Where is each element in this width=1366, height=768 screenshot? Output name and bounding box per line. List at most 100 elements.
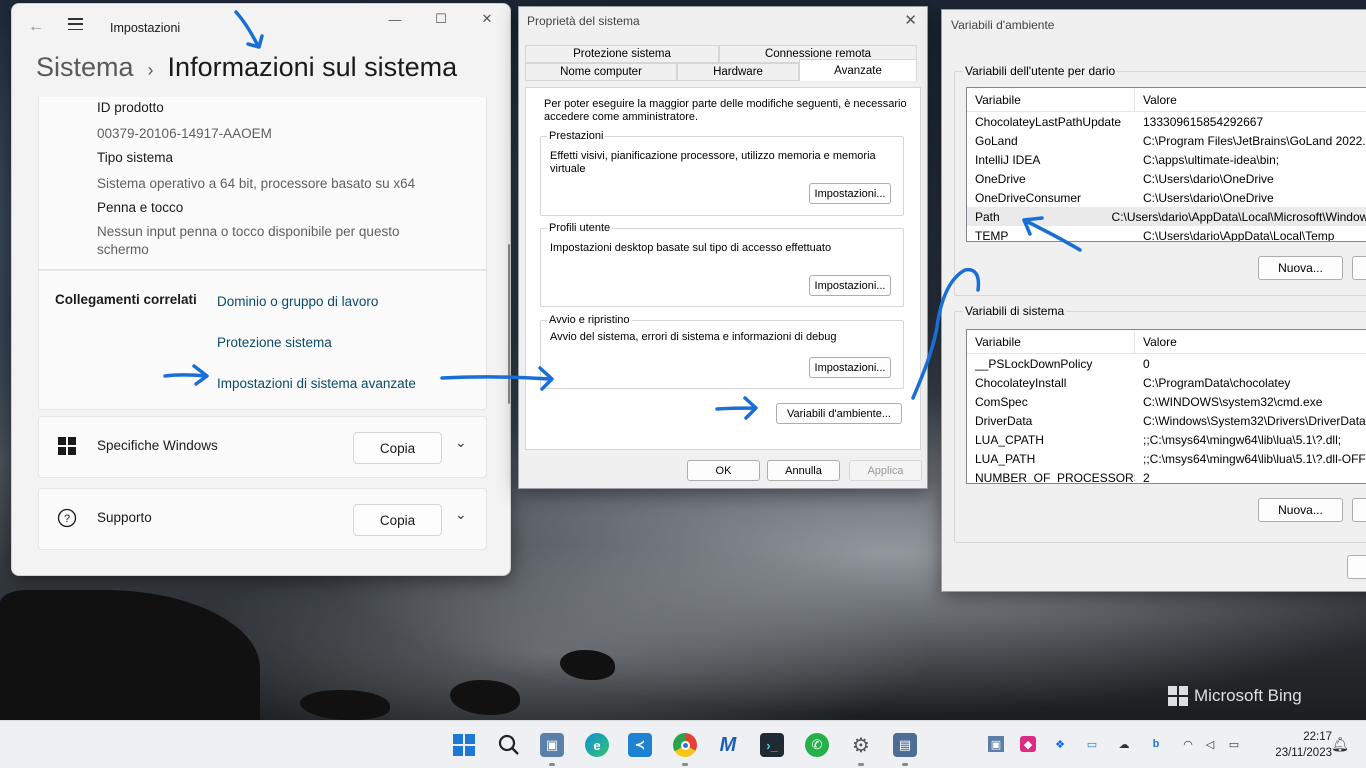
- user-edit-button[interactable]: [1352, 256, 1366, 280]
- system-protection-link[interactable]: Protezione sistema: [217, 335, 332, 350]
- copy-support-button[interactable]: Copia: [353, 504, 442, 536]
- apply-button[interactable]: Applica: [849, 460, 922, 481]
- whatsapp-icon[interactable]: ✆: [805, 733, 829, 757]
- performance-desc: Effetti visivi, pianificazione processor…: [550, 150, 876, 175]
- copy-windows-specs-button[interactable]: Copia: [353, 432, 442, 464]
- ok-button[interactable]: OK: [687, 460, 760, 481]
- variable-name-cell: LUA_PATH: [975, 451, 1036, 466]
- table-row[interactable]: OneDriveConsumer C:\Users\dario\OneDrive: [967, 188, 1366, 207]
- table-row[interactable]: DriverData C:\Windows\System32\Drivers\Dr…: [967, 411, 1366, 430]
- bing-watermark-text: Microsoft Bing: [1194, 686, 1302, 705]
- support-row[interactable]: ? Supporto Copia ⌄: [38, 488, 487, 550]
- user-profiles-desc: Impostazioni desktop basate sul tipo di …: [550, 242, 832, 254]
- maximize-icon[interactable]: ☐: [418, 4, 464, 34]
- user-profiles-settings-button[interactable]: Impostazioni...: [809, 275, 891, 296]
- table-row[interactable]: IntelliJ IDEA C:\apps\ultimate-idea\bin;: [967, 150, 1366, 169]
- user-variables-rows: ChocolateyLastPathUpdate 1333096158542926…: [967, 112, 1366, 242]
- table-row[interactable]: ComSpec C:\WINDOWS\system32\cmd.exe: [967, 392, 1366, 411]
- advanced-tab-panel: Per poter eseguire la maggior parte dell…: [525, 87, 921, 450]
- user-variables-table: Variabile Valore ChocolateyLastPathUpdat…: [966, 87, 1366, 242]
- variable-value-cell: C:\Users\dario\OneDrive: [1143, 190, 1274, 205]
- table-row[interactable]: Path C:\Users\dario\AppData\Local\Microso…: [967, 207, 1366, 226]
- system-type-label: Tipo sistema: [97, 150, 174, 165]
- back-arrow-icon[interactable]: ←: [28, 18, 44, 36]
- remote-desktop-icon[interactable]: ▣: [540, 733, 564, 757]
- variable-name-cell: ChocolateyInstall: [975, 375, 1067, 390]
- table-row[interactable]: LUA_PATH ;;C:\msys64\mingw64\lib\lua\5.1\…: [967, 449, 1366, 468]
- table-row[interactable]: LUA_CPATH ;;C:\msys64\mingw64\lib\lua\5.1…: [967, 430, 1366, 449]
- variable-column-header[interactable]: Variabile: [967, 88, 1135, 111]
- m-app-icon[interactable]: M: [716, 733, 740, 757]
- variable-name-cell: DriverData: [975, 413, 1033, 428]
- hamburger-menu-icon[interactable]: [68, 18, 83, 30]
- user-profiles-group: Profili utente Impostazioni desktop basa…: [540, 222, 904, 307]
- running-indicator: [549, 763, 555, 766]
- search-icon[interactable]: [497, 733, 521, 757]
- tab-protezione-sistema[interactable]: Protezione sistema: [525, 45, 719, 63]
- startup-recovery-group-title: Avvio e ripristino: [547, 314, 632, 326]
- table-row[interactable]: ChocolateyInstall C:\ProgramData\chocolat…: [967, 373, 1366, 392]
- dropbox-icon[interactable]: ❖: [1052, 736, 1068, 752]
- chevron-down-icon[interactable]: ⌄: [455, 434, 467, 451]
- variable-value-cell: C:\Program Files\JetBrains\GoLand 2022.2…: [1142, 133, 1366, 148]
- minimize-icon[interactable]: —: [372, 4, 418, 34]
- windows-specs-row[interactable]: Specifiche Windows Copia ⌄: [38, 416, 487, 478]
- table-row[interactable]: TEMP C:\Users\dario\AppData\Local\Temp: [967, 226, 1366, 242]
- tab-hardware[interactable]: Hardware: [677, 63, 799, 81]
- advanced-system-settings-link[interactable]: Impostazioni di sistema avanzate: [217, 376, 416, 391]
- variable-name-cell: LUA_CPATH: [975, 432, 1044, 447]
- edge-icon[interactable]: e: [585, 733, 609, 757]
- variable-value-cell: C:\apps\ultimate-idea\bin;: [1143, 152, 1280, 167]
- variable-name-cell: NUMBER_OF_PROCESSORS: [975, 470, 1135, 484]
- bing-icon[interactable]: b: [1148, 736, 1164, 752]
- table-row[interactable]: NUMBER_OF_PROCESSORS 2: [967, 468, 1366, 484]
- settings-icon[interactable]: ⚙: [849, 733, 873, 757]
- volume-icon[interactable]: ◁: [1202, 736, 1218, 752]
- admin-notice: Per poter eseguire la maggior parte dell…: [544, 98, 907, 123]
- variable-value-cell: 2: [1143, 470, 1150, 484]
- performance-settings-button[interactable]: Impostazioni...: [809, 183, 891, 204]
- start-icon[interactable]: [452, 733, 476, 757]
- tab-nome-computer[interactable]: Nome computer: [525, 63, 677, 81]
- table-header: Variabile Valore: [967, 88, 1366, 112]
- system-properties-dialog: Proprietà del sistema ✕ Protezione siste…: [518, 6, 928, 489]
- related-links-card: Collegamenti correlati Dominio o gruppo …: [38, 270, 487, 410]
- domain-workgroup-link[interactable]: Dominio o gruppo di lavoro: [217, 294, 378, 309]
- table-row[interactable]: GoLand C:\Program Files\JetBrains\GoLand …: [967, 131, 1366, 150]
- tray-monitor-icon[interactable]: ▭: [1084, 736, 1100, 752]
- breadcrumb-parent[interactable]: Sistema: [36, 52, 134, 83]
- value-column-header[interactable]: Valore: [1135, 88, 1366, 111]
- ok-button[interactable]: [1347, 555, 1366, 579]
- onedrive-icon[interactable]: ☁: [1116, 736, 1132, 752]
- chrome-icon[interactable]: [673, 733, 697, 757]
- wifi-icon[interactable]: ◠: [1180, 736, 1196, 752]
- variable-name-cell: GoLand: [975, 133, 1018, 148]
- scrollbar-thumb[interactable]: [508, 244, 510, 404]
- cancel-button[interactable]: Annulla: [767, 460, 840, 481]
- startup-recovery-settings-button[interactable]: Impostazioni...: [809, 357, 891, 378]
- system-edit-button[interactable]: [1352, 498, 1366, 522]
- table-row[interactable]: OneDrive C:\Users\dario\OneDrive: [967, 169, 1366, 188]
- battery-icon[interactable]: ▭: [1226, 736, 1242, 752]
- clock[interactable]: 22:17 23/11/2023: [1250, 729, 1332, 761]
- environment-variables-button[interactable]: Variabili d'ambiente...: [776, 403, 902, 424]
- chevron-down-icon[interactable]: ⌄: [455, 506, 467, 523]
- vscode-icon[interactable]: ≺: [628, 733, 652, 757]
- sysprop-title: Proprietà del sistema: [527, 14, 640, 28]
- user-new-button[interactable]: Nuova...: [1258, 256, 1343, 280]
- table-row[interactable]: __PSLockDownPolicy 0: [967, 354, 1366, 373]
- terminal-icon[interactable]: ›_: [760, 733, 784, 757]
- system-properties-icon[interactable]: ▤: [893, 733, 917, 757]
- wallpaper-rock: [0, 590, 260, 720]
- notification-bell-icon[interactable]: 🔔︎: [1331, 736, 1349, 752]
- tray-remote-icon[interactable]: ▣: [988, 736, 1004, 752]
- close-icon[interactable]: ✕: [904, 11, 917, 29]
- variable-column-header[interactable]: Variabile: [967, 330, 1135, 353]
- system-new-button[interactable]: Nuova...: [1258, 498, 1343, 522]
- close-icon[interactable]: ✕: [464, 4, 510, 34]
- table-row[interactable]: ChocolateyLastPathUpdate 1333096158542926…: [967, 112, 1366, 131]
- windows-specs-label: Specifiche Windows: [97, 438, 218, 453]
- tab-avanzate[interactable]: Avanzate: [799, 59, 917, 81]
- tray-app-icon[interactable]: ◆: [1020, 736, 1036, 752]
- value-column-header[interactable]: Valore: [1135, 330, 1366, 353]
